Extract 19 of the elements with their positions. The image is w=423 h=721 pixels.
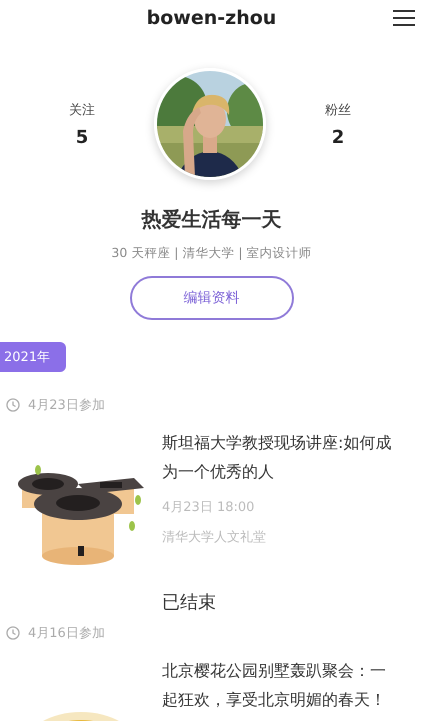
clock-icon [6, 398, 20, 412]
stat-label: 关注 [69, 102, 95, 118]
event-status: 已结束 [162, 591, 217, 614]
joined-date: 4月23日参加 [28, 397, 105, 414]
profile-username: bowen-zhou [146, 7, 276, 29]
stat-value[interactable]: 2 [332, 126, 344, 148]
event-time: 4月23日 18:00 [162, 499, 256, 516]
profile-details: 30 天秤座 | 清华大学 | 室内设计师 [110, 245, 313, 262]
event-title[interactable]: 斯坦福大学教授现场讲座:如何成为一个优秀的人 [162, 428, 401, 486]
stat-label: 粉丝 [325, 102, 351, 118]
edit-profile-button[interactable]: 编辑资料 [130, 276, 294, 320]
stat-value[interactable]: 5 [76, 126, 88, 148]
clock-icon [6, 626, 20, 640]
profile-bio-title: 热爱生活每一天 [140, 206, 282, 233]
event-location: 清华大学人文礼堂 [162, 529, 267, 546]
menu-icon[interactable] [393, 9, 415, 27]
joined-date: 4月16日参加 [28, 625, 105, 642]
year-tag: 2021年 [0, 342, 66, 372]
event-title[interactable]: 北京樱花公园别墅轰趴聚会：一起狂欢，享受北京明媚的春天！ [162, 656, 401, 714]
